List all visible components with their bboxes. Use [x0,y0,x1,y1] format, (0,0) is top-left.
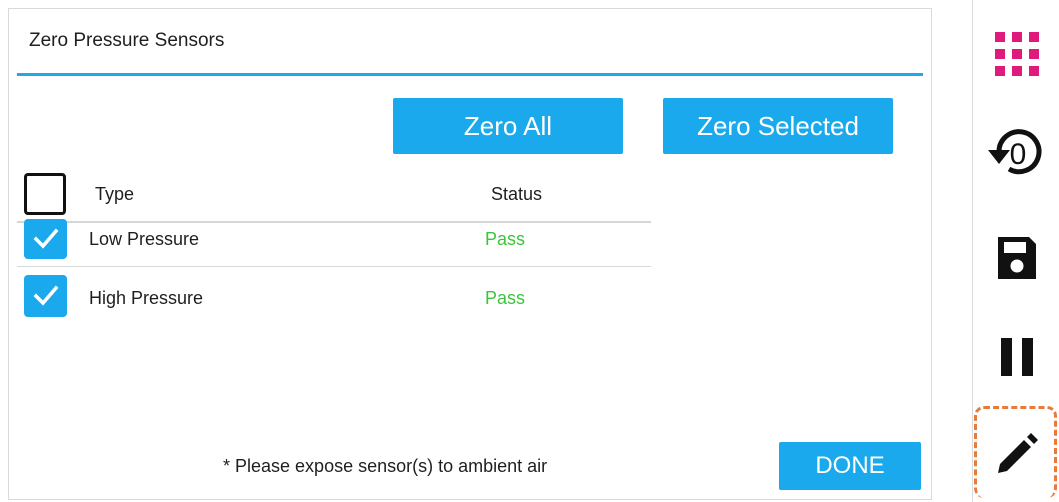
svg-text:0: 0 [1010,138,1027,171]
row-type-low-pressure: Low Pressure [89,229,200,249]
header-divider [17,221,651,223]
dialog-title: Zero Pressure Sensors [29,30,225,51]
row-status-high-pressure: Pass [485,288,526,308]
pause-button[interactable] [980,325,1054,389]
save-button[interactable] [980,226,1054,290]
checkmark-icon [33,285,58,306]
zero-all-button[interactable]: Zero All [393,98,623,154]
grid-menu-button[interactable] [980,22,1054,86]
row-type-high-pressure: High Pressure [89,288,204,308]
pause-icon [1001,338,1033,376]
row-checkbox-high-pressure[interactable] [24,275,67,317]
edit-button[interactable] [974,406,1057,498]
grid-icon [995,32,1039,76]
zero-selected-button[interactable]: Zero Selected [663,98,893,154]
reset-zero-button[interactable]: 0 [980,120,1054,184]
screen: Zero Pressure Sensors Zero All Zero Sele… [0,0,1059,502]
footnote-text: * Please expose sensor(s) to ambient air [223,456,548,476]
checkmark-icon [33,228,58,249]
reset-zero-icon: 0 [988,129,1042,175]
column-header-status: Status [491,184,543,204]
column-header-type: Type [95,184,135,204]
title-divider [17,73,923,76]
edit-pencil-icon [997,432,1038,473]
row-status-low-pressure: Pass [485,229,526,249]
toolbar-divider [972,0,973,502]
zero-pressure-dialog: Zero Pressure Sensors Zero All Zero Sele… [8,8,932,500]
row-divider [17,266,651,267]
save-icon [998,237,1036,279]
row-checkbox-low-pressure[interactable] [24,219,67,259]
select-all-checkbox[interactable] [24,173,66,215]
done-button[interactable]: DONE [779,442,921,490]
